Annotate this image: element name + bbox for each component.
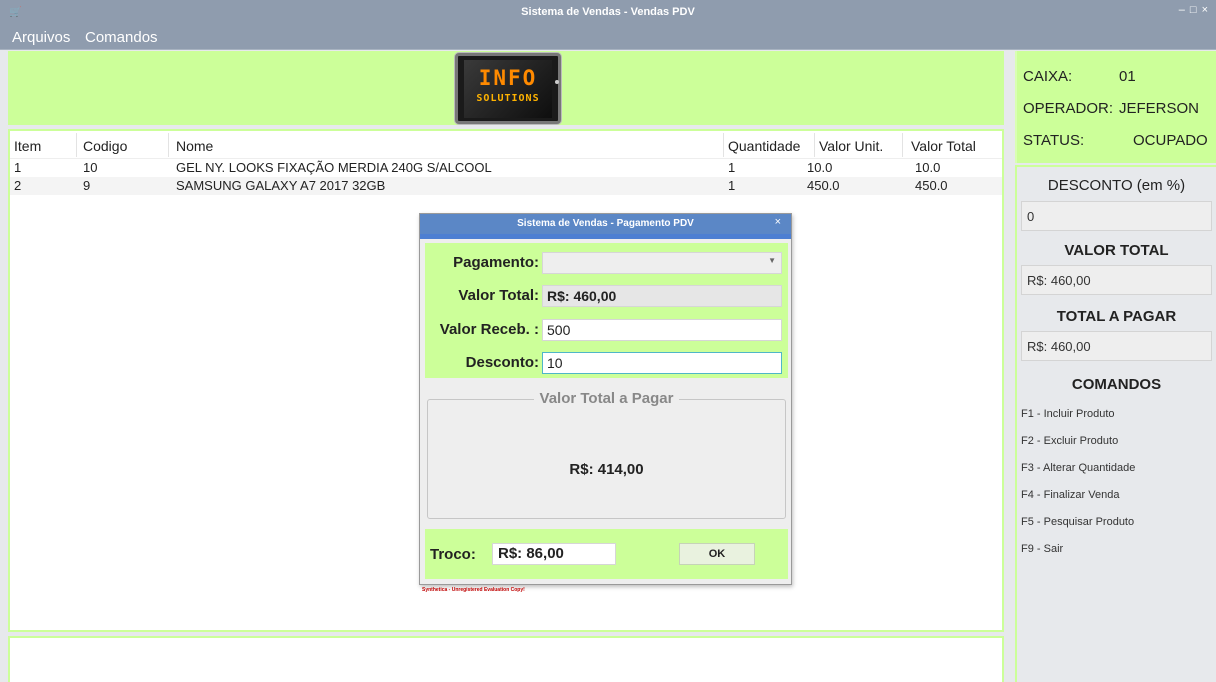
comandos-title: COMANDOS	[1071, 376, 1162, 393]
dialog-title-bar: Sistema de Vendas - Pagamento PDV ×	[420, 214, 791, 234]
command-item: F5 - Pesquisar Produto	[1021, 516, 1135, 528]
command-item: F1 - Incluir Produto	[1021, 408, 1115, 420]
desconto-input[interactable]: 10	[542, 352, 782, 374]
window-title: Sistema de Vendas - Vendas PDV	[521, 6, 695, 18]
chevron-down-icon: ▼	[768, 256, 776, 265]
troco-field: R$: 86,00	[492, 543, 616, 565]
desconto-title: DESCONTO (em %)	[1047, 177, 1186, 194]
cell-quantidade: 1	[728, 160, 736, 175]
evaluation-watermark: Synthetica - Unregistered Evaluation Cop…	[422, 587, 525, 593]
dialog-close-icon[interactable]: ×	[775, 216, 781, 228]
total-a-pagar-title: TOTAL A PAGAR	[1056, 308, 1177, 325]
company-logo: INFO SOLUTIONS	[455, 53, 561, 124]
cell-valor-unit: 10.0	[807, 160, 833, 175]
valor-receb-label: Valor Receb. :	[439, 321, 539, 338]
ok-button[interactable]: OK	[679, 543, 755, 565]
troco-label: Troco:	[430, 546, 476, 563]
side-panel: CAIXA: 01 OPERADOR: JEFERSON STATUS: OCU…	[1015, 51, 1216, 682]
logo-panel: INFO SOLUTIONS	[8, 51, 1004, 125]
logo-text-bottom: SOLUTIONS	[476, 93, 540, 104]
payment-dialog: Sistema de Vendas - Pagamento PDV × Paga…	[419, 213, 792, 585]
valor-total-field: R$: 460,00	[542, 285, 782, 307]
column-header-item[interactable]: Item	[14, 138, 41, 154]
cell-codigo: 9	[83, 178, 91, 193]
total-to-pay-title: Valor Total a Pagar	[533, 390, 680, 407]
table-row[interactable]: 1 10 GEL NY. LOOKS FIXAÇÃO MERDIA 240G S…	[10, 159, 1002, 177]
cell-nome: SAMSUNG GALAXY A7 2017 32GB	[176, 178, 386, 193]
cashier-info: CAIXA: 01 OPERADOR: JEFERSON STATUS: OCU…	[1015, 51, 1216, 163]
column-header-nome[interactable]: Nome	[176, 138, 213, 154]
valor-total-field: R$: 460,00	[1021, 265, 1212, 295]
cell-valor-total: 450.0	[915, 178, 948, 193]
column-header-quantidade[interactable]: Quantidade	[728, 138, 800, 154]
total-to-pay-value: R$: 414,00	[569, 461, 644, 478]
tablet-button-icon	[555, 80, 559, 84]
column-header-valor-total[interactable]: Valor Total	[911, 138, 976, 154]
pagamento-select[interactable]: ▼	[542, 252, 782, 274]
menu-arquivos[interactable]: Arquivos	[12, 29, 70, 46]
cell-valor-unit: 450.0	[807, 178, 840, 193]
valor-total-label: Valor Total:	[458, 287, 539, 304]
maximize-icon[interactable]: □	[1190, 4, 1197, 16]
table-header: Item Codigo Nome Quantidade Valor Unit. …	[10, 131, 1002, 159]
total-a-pagar-field: R$: 460,00	[1021, 331, 1212, 361]
pagamento-label: Pagamento:	[453, 254, 539, 271]
title-bar: 🛒 Sistema de Vendas - Vendas PDV – □ ×	[0, 0, 1216, 26]
valor-total-title: VALOR TOTAL	[1064, 242, 1169, 259]
cell-quantidade: 1	[728, 178, 736, 193]
command-item: F3 - Alterar Quantidade	[1021, 462, 1136, 474]
status-value: OCUPADO	[1133, 132, 1208, 149]
command-item: F4 - Finalizar Venda	[1021, 489, 1120, 501]
menu-comandos[interactable]: Comandos	[85, 29, 158, 46]
column-header-valor-unit[interactable]: Valor Unit.	[819, 138, 883, 154]
change-panel: Troco: R$: 86,00 OK	[425, 529, 788, 579]
menu-bar: Arquivos Comandos	[0, 26, 1216, 50]
valor-receb-input[interactable]: 500	[542, 319, 782, 341]
minimize-icon[interactable]: –	[1179, 4, 1185, 16]
dialog-title: Sistema de Vendas - Pagamento PDV	[517, 218, 694, 229]
logo-text-top: INFO	[478, 66, 538, 90]
status-label: STATUS:	[1023, 132, 1085, 149]
search-area[interactable]	[8, 636, 1004, 682]
cell-item: 2	[14, 178, 22, 193]
caixa-value: 01	[1119, 68, 1136, 85]
cell-item: 1	[14, 160, 22, 175]
caixa-label: CAIXA:	[1023, 68, 1073, 85]
column-header-codigo[interactable]: Codigo	[83, 138, 127, 154]
payment-form: Pagamento: ▼ Valor Total: R$: 460,00 Val…	[425, 243, 788, 378]
desconto-label: Desconto:	[465, 354, 539, 371]
desconto-field[interactable]: 0	[1021, 201, 1212, 231]
total-to-pay-group: Valor Total a Pagar R$: 414,00	[427, 390, 786, 519]
summary-panel: DESCONTO (em %) 0 VALOR TOTAL R$: 460,00…	[1015, 165, 1216, 682]
cell-codigo: 10	[83, 160, 98, 175]
cell-valor-total: 10.0	[915, 160, 941, 175]
table-row[interactable]: 2 9 SAMSUNG GALAXY A7 2017 32GB 1 450.0 …	[10, 177, 1002, 195]
cell-nome: GEL NY. LOOKS FIXAÇÃO MERDIA 240G S/ALCO…	[176, 160, 492, 175]
close-icon[interactable]: ×	[1202, 4, 1208, 16]
operador-value: JEFERSON	[1119, 100, 1200, 117]
window-controls: – □ ×	[1179, 4, 1208, 16]
command-item: F9 - Sair	[1021, 543, 1064, 555]
command-item: F2 - Excluir Produto	[1021, 435, 1119, 447]
operador-label: OPERADOR:	[1023, 100, 1114, 117]
